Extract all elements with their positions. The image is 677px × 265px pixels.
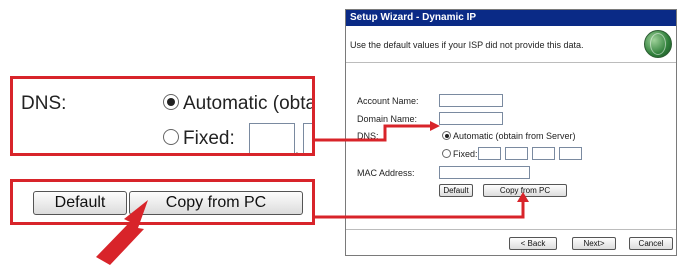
copy-arrow-head-icon [517,192,529,202]
big-pointer-arrow-icon [96,200,148,265]
dns-arrow-head-icon [430,121,440,131]
callout-connectors [96,121,529,265]
dns-connector-line [315,124,432,142]
copy-connector-line [315,200,525,219]
